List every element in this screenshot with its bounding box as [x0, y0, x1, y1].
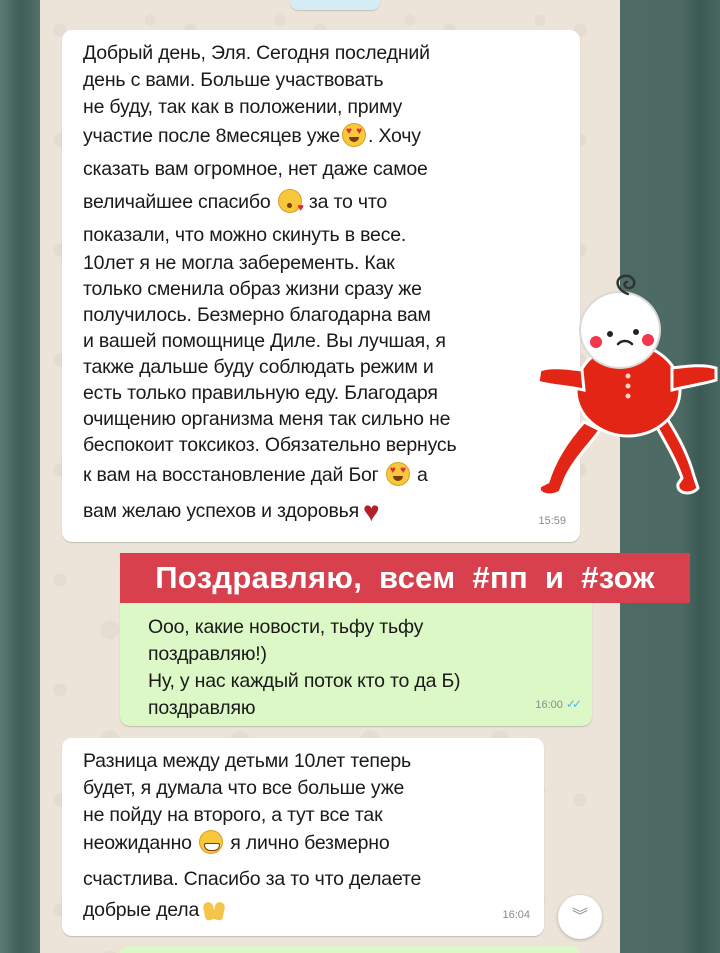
- kiss-emoji-icon: [277, 189, 304, 214]
- baby-head: [579, 291, 661, 369]
- message-text-line: также дальше буду соблюдать режим и: [83, 356, 434, 378]
- message-text-line: не пойду на второго, а тут все так: [83, 804, 383, 826]
- message-text-line: к вам на восстановление дай Бог а: [83, 462, 566, 498]
- baby-cheek: [590, 336, 602, 348]
- message-text-line: счастлива. Спасибо за то что делаете: [83, 868, 422, 890]
- baby-button: [625, 383, 631, 389]
- message-text-line: день с вами. Больше участвовать: [83, 69, 384, 91]
- message-text-line: показали, что можно скинуть в весе.: [83, 224, 407, 246]
- message-text: добрые дела: [83, 899, 200, 921]
- chat-area: Добрый день, Эля. Сегодня последний день…: [40, 0, 620, 953]
- message-text-line: только сменила образ жизни сразу же: [83, 278, 422, 300]
- message-text-line: величайшее спасибо за то что: [83, 189, 566, 222]
- message-text: к вам на восстановление дай Бог: [83, 464, 379, 486]
- message-text-line: очищению организма меня так сильно не: [83, 408, 451, 430]
- message-text-line: поздравляю!): [148, 643, 267, 665]
- message-text: . Хочу: [368, 125, 421, 147]
- partial-outgoing-message-bubble[interactable]: [120, 946, 580, 953]
- baby-eye: [607, 331, 613, 337]
- message-timestamp: 15:59: [538, 515, 566, 527]
- message-text-line: Ну, у нас каждый поток кто то да Б): [148, 670, 461, 692]
- incoming-message-bubble[interactable]: Разница между детьми 10лет теперь будет,…: [62, 738, 544, 936]
- baby-sticker: [536, 274, 718, 497]
- baby-button: [625, 393, 631, 399]
- message-text-line: Ооо, какие новости, тьфу тьфу: [148, 616, 424, 638]
- heart-eyes-emoji-icon: [385, 462, 410, 486]
- message-text-line: 10лет я не могла заберементь. Как: [83, 252, 395, 274]
- congratulations-banner: Поздравляю, всем #пп и #зож: [120, 553, 690, 603]
- message-text-line: добрые дела: [83, 896, 532, 926]
- baby-arm-right: [670, 364, 718, 392]
- message-text-line: беспокоит токсикоз. Обязательно вернусь: [83, 434, 457, 456]
- message-text: а: [417, 464, 428, 486]
- message-text-line: участие после 8месяцев уже . Хочу: [83, 123, 566, 156]
- message-text-line: сказать вам огромное, нет даже самое: [83, 158, 428, 180]
- message-text-line: есть только правильную еду. Благодаря: [83, 382, 438, 404]
- message-text: вам желаю успехов и здоровья: [83, 500, 359, 522]
- message-text-line: не буду, так как в положении, приму: [83, 96, 403, 118]
- grimacing-emoji-icon: [199, 830, 224, 854]
- date-pill: [290, 0, 380, 10]
- message-time: 16:00: [535, 699, 563, 711]
- raised-hands-emoji-icon: [201, 896, 227, 920]
- message-text: неожиданно: [83, 832, 192, 854]
- message-text-line: и вашей помощнице Диле. Вы лучшая, я: [83, 330, 446, 352]
- incoming-message-bubble[interactable]: Добрый день, Эля. Сегодня последний день…: [62, 30, 580, 542]
- scroll-to-bottom-button[interactable]: ︾: [558, 895, 602, 939]
- message-text-line: Разница между детьми 10лет теперь: [83, 750, 412, 772]
- chevron-double-down-icon: ︾: [571, 908, 588, 925]
- double-check-read-icon: ✓✓: [565, 697, 582, 711]
- message-text-line: вам желаю успехов и здоровья ♥: [83, 498, 566, 528]
- message-text: я лично безмерно: [230, 832, 390, 854]
- message-text-line: поздравляю: [148, 697, 256, 719]
- baby-leg-right: [651, 418, 700, 495]
- message-text-line: будет, я думала что все больше уже: [83, 777, 405, 799]
- message-text-line: получилось. Безмерно благодарна вам: [83, 304, 431, 326]
- baby-arm-left: [536, 366, 586, 392]
- message-text: величайшее спасибо: [83, 191, 271, 213]
- message-timestamp: 16:04: [502, 909, 530, 921]
- message-text-line: неожиданно я лично безмерно: [83, 830, 532, 866]
- message-text: за то что: [308, 191, 388, 213]
- message-text: участие после 8месяцев уже: [83, 125, 341, 147]
- baby-button: [625, 373, 631, 379]
- baby-eye: [633, 329, 639, 335]
- baby-leg-left: [537, 420, 603, 497]
- heart-eyes-emoji-icon: [342, 123, 367, 147]
- message-timestamp: 16:00 ✓✓: [535, 691, 582, 718]
- heart-emoji-icon: ♥: [362, 496, 380, 527]
- baby-cheek: [642, 334, 654, 346]
- message-text-line: Добрый день, Эля. Сегодня последний: [83, 42, 430, 64]
